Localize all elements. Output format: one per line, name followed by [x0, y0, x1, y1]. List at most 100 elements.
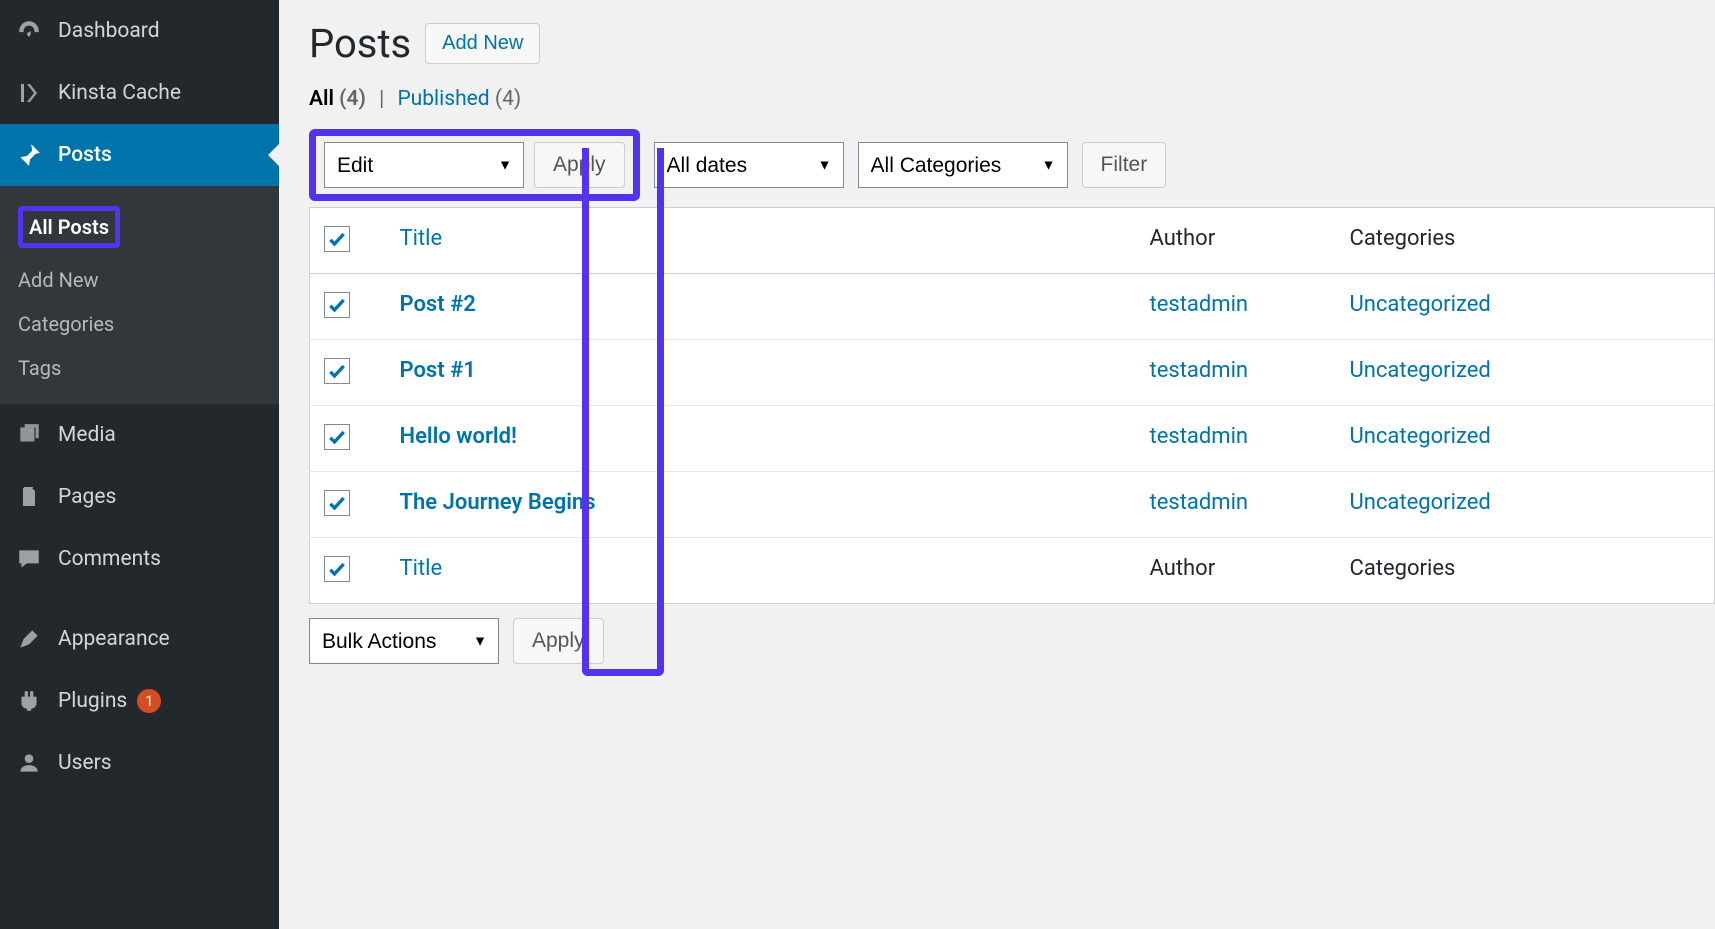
users-icon: [14, 748, 44, 778]
bulk-action-select-bottom[interactable]: Bulk Actions: [309, 618, 499, 664]
view-label: All: [309, 87, 334, 111]
sidebar-item-label: Media: [58, 423, 116, 447]
sidebar-item-dashboard[interactable]: Dashboard: [0, 0, 279, 62]
filter-date-select[interactable]: All dates: [654, 142, 844, 188]
dashboard-icon: [14, 16, 44, 46]
row-title-cell: Post #2: [386, 274, 1136, 340]
media-icon: [14, 420, 44, 450]
view-all-link[interactable]: All (4): [309, 87, 371, 111]
sidebar-subitem-categories[interactable]: Categories: [0, 302, 279, 346]
author-link[interactable]: testadmin: [1150, 358, 1249, 383]
sidebar-subitem-label: Add New: [18, 268, 98, 292]
view-count: (4): [495, 87, 521, 111]
sidebar-item-label: Kinsta Cache: [58, 81, 181, 105]
sidebar-item-label: Dashboard: [58, 19, 160, 43]
sidebar-item-label: Comments: [58, 547, 161, 571]
row-checkbox-cell: [310, 274, 386, 340]
sidebar-subitem-label: Tags: [18, 356, 61, 380]
admin-sidebar: Dashboard Kinsta Cache Posts All Posts A…: [0, 0, 279, 929]
sidebar-subitem-tags[interactable]: Tags: [0, 346, 279, 390]
row-author-cell: testadmin: [1136, 406, 1336, 472]
row-title-cell: Post #1: [386, 340, 1136, 406]
row-checkbox-cell: [310, 340, 386, 406]
sidebar-subitem-add-new[interactable]: Add New: [0, 258, 279, 302]
author-link[interactable]: testadmin: [1150, 292, 1249, 317]
sidebar-item-appearance[interactable]: Appearance: [0, 608, 279, 670]
table-row: Hello world! testadmin Uncategorized: [310, 406, 1715, 472]
row-title-cell: Hello world!: [386, 406, 1136, 472]
sidebar-item-plugins[interactable]: Plugins 1: [0, 670, 279, 732]
sidebar-subitem-all-posts[interactable]: All Posts: [0, 196, 279, 258]
bulk-action-select[interactable]: Edit: [324, 142, 524, 188]
row-categories-cell: Uncategorized: [1336, 340, 1715, 406]
highlight-box: All Posts: [18, 206, 120, 248]
bulk-apply-button[interactable]: Apply: [534, 142, 625, 188]
sidebar-item-pages[interactable]: Pages: [0, 466, 279, 528]
view-filters: All (4) | Published (4): [309, 87, 1715, 111]
row-checkbox[interactable]: [324, 490, 350, 516]
highlight-bulk-action: Edit Apply: [309, 129, 640, 201]
row-author-cell: testadmin: [1136, 472, 1336, 538]
table-row: The Journey Begins testadmin Uncategorized: [310, 472, 1715, 538]
author-link[interactable]: testadmin: [1150, 424, 1249, 449]
column-header-checkbox: [310, 208, 386, 274]
view-label: Published: [397, 87, 489, 111]
row-checkbox[interactable]: [324, 358, 350, 384]
row-categories-cell: Uncategorized: [1336, 406, 1715, 472]
plugins-icon: [14, 686, 44, 716]
select-all-checkbox[interactable]: [324, 226, 350, 252]
posts-table: Title Author Categories Post #2 testadmin…: [309, 207, 1715, 604]
column-footer-author: Author: [1136, 538, 1336, 604]
pages-icon: [14, 482, 44, 512]
row-checkbox-cell: [310, 472, 386, 538]
category-link[interactable]: Uncategorized: [1350, 490, 1491, 515]
add-new-button[interactable]: Add New: [425, 23, 540, 64]
filter-button[interactable]: Filter: [1082, 142, 1167, 188]
sidebar-item-media[interactable]: Media: [0, 404, 279, 466]
sidebar-item-users[interactable]: Users: [0, 732, 279, 794]
sidebar-item-label: Plugins: [58, 689, 127, 713]
post-title-link[interactable]: The Journey Begins: [400, 490, 596, 515]
row-author-cell: testadmin: [1136, 274, 1336, 340]
page-title: Posts: [309, 20, 411, 67]
table-row: Post #1 testadmin Uncategorized: [310, 340, 1715, 406]
table-row: Post #2 testadmin Uncategorized: [310, 274, 1715, 340]
view-published-link[interactable]: Published (4): [397, 87, 521, 111]
row-checkbox[interactable]: [324, 292, 350, 318]
column-header-title[interactable]: Title: [386, 208, 1136, 274]
filter-category-select[interactable]: All Categories: [858, 142, 1068, 188]
sidebar-subitem-label: Categories: [18, 312, 114, 336]
select-all-checkbox-footer[interactable]: [324, 556, 350, 582]
bulk-apply-button-bottom[interactable]: Apply: [513, 618, 604, 664]
sidebar-item-posts[interactable]: Posts: [0, 124, 279, 186]
author-link[interactable]: testadmin: [1150, 490, 1249, 515]
sidebar-item-comments[interactable]: Comments: [0, 528, 279, 590]
sidebar-item-label: Posts: [58, 143, 112, 167]
sidebar-subitem-label: All Posts: [29, 215, 109, 239]
category-link[interactable]: Uncategorized: [1350, 358, 1491, 383]
category-link[interactable]: Uncategorized: [1350, 292, 1491, 317]
column-footer-checkbox: [310, 538, 386, 604]
category-link[interactable]: Uncategorized: [1350, 424, 1491, 449]
post-title-link[interactable]: Post #1: [400, 358, 476, 383]
column-footer-title[interactable]: Title: [386, 538, 1136, 604]
row-checkbox-cell: [310, 406, 386, 472]
post-title-link[interactable]: Hello world!: [400, 424, 517, 449]
tablenav-top: Edit Apply All dates All Categories Filt…: [309, 129, 1715, 201]
view-count: (4): [339, 87, 366, 111]
appearance-icon: [14, 624, 44, 654]
column-header-categories: Categories: [1336, 208, 1715, 274]
post-title-link[interactable]: Post #2: [400, 292, 476, 317]
page-header: Posts Add New: [309, 20, 1715, 67]
main-content: Posts Add New All (4) | Published (4) Ed…: [279, 0, 1715, 929]
sidebar-submenu-posts: All Posts Add New Categories Tags: [0, 186, 279, 404]
column-footer-categories: Categories: [1336, 538, 1715, 604]
column-header-author: Author: [1136, 208, 1336, 274]
update-badge: 1: [137, 689, 161, 713]
sidebar-item-kinsta-cache[interactable]: Kinsta Cache: [0, 62, 279, 124]
tablenav-bottom: Bulk Actions Apply: [309, 618, 1715, 664]
kinsta-icon: [14, 78, 44, 108]
separator: |: [379, 87, 384, 111]
row-checkbox[interactable]: [324, 424, 350, 450]
row-author-cell: testadmin: [1136, 340, 1336, 406]
